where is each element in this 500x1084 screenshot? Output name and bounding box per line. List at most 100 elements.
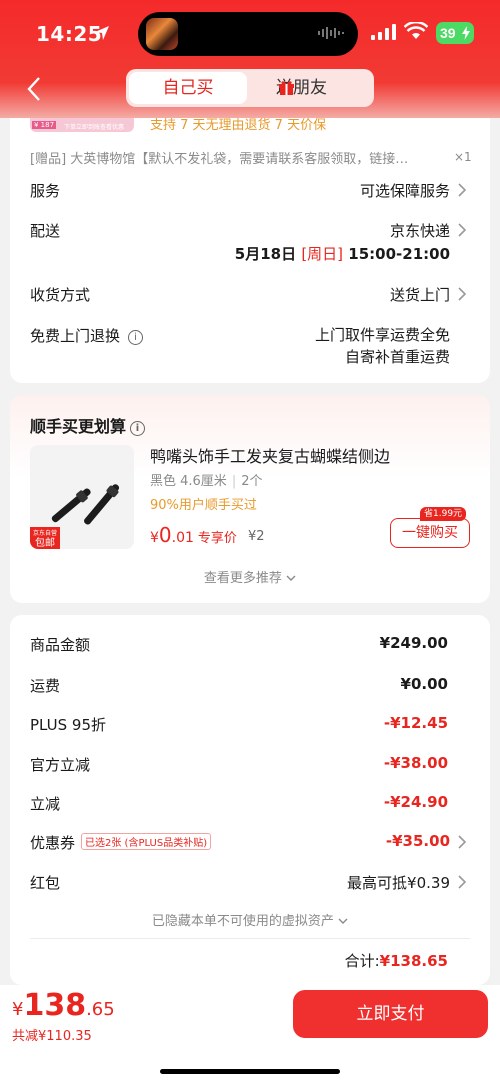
recommend-product-title[interactable]: 鸭嘴头饰手工发夹复古蝴蝶结侧边 bbox=[150, 443, 390, 467]
summary-value: ¥249.00 bbox=[379, 634, 448, 652]
recommend-product-spec: 黑色 4.6厘米 | 2个 bbox=[150, 474, 263, 489]
pay-int: 138 bbox=[23, 988, 87, 1023]
pay-now-button[interactable]: 立即支付 bbox=[293, 990, 488, 1038]
tab-self-buy[interactable]: 自己买 bbox=[129, 72, 247, 104]
delivery-label: 配送 bbox=[30, 222, 61, 240]
summary-label: PLUS 95折 bbox=[30, 714, 106, 735]
battery-indicator: 39 bbox=[436, 22, 474, 44]
dynamic-island bbox=[138, 12, 358, 56]
total-label: 合计: bbox=[344, 952, 380, 970]
pay-amount: ¥138.65 bbox=[12, 988, 115, 1023]
summary-label-text: 商品金额 bbox=[30, 636, 91, 654]
chevron-right-icon[interactable] bbox=[457, 834, 467, 850]
cellular-signal-icon bbox=[371, 24, 396, 40]
summary-value[interactable]: -¥35.00 bbox=[386, 832, 450, 850]
order-total: 合计:¥138.65 bbox=[345, 950, 448, 971]
back-arrow-icon[interactable] bbox=[26, 76, 42, 102]
battery-level: 39 bbox=[440, 25, 456, 41]
pay-decimal: .65 bbox=[86, 999, 115, 1020]
delivery-time: 15:00-21:00 bbox=[348, 245, 450, 263]
location-arrow-icon bbox=[95, 26, 109, 40]
summary-label: 商品金额 bbox=[30, 634, 90, 655]
one-click-buy-button[interactable]: 一键购买 bbox=[390, 518, 470, 548]
info-icon[interactable]: i bbox=[130, 421, 146, 436]
chevron-down-icon bbox=[286, 575, 296, 581]
summary-value: -¥24.90 bbox=[383, 793, 448, 811]
more-recommendations-link[interactable]: 查看更多推荐 bbox=[0, 567, 500, 586]
delivery-value[interactable]: 京东快递 bbox=[390, 220, 450, 241]
gift-icon bbox=[279, 81, 294, 95]
badge-top: 京东自营 bbox=[32, 530, 57, 537]
thumb-note: 下单立即到账查看优惠 bbox=[64, 124, 125, 131]
summary-label-text: PLUS 95折 bbox=[30, 716, 107, 734]
original-price: ¥2 bbox=[248, 529, 265, 544]
tab-gift-friend[interactable]: 送朋友 bbox=[250, 72, 370, 104]
summary-label: 官方立减 bbox=[30, 754, 90, 775]
bundle-section-title: 顺手买更划算 i bbox=[30, 413, 146, 437]
summary-label: 优惠券 已选2张 (含PLUS品类补贴) bbox=[30, 832, 212, 853]
spec-text: 黑色 4.6厘米 bbox=[150, 474, 227, 489]
wifi-icon bbox=[404, 22, 428, 39]
charging-bolt-icon bbox=[462, 26, 470, 40]
now-playing-thumbnail bbox=[146, 18, 178, 50]
delivery-date: 5月18日 [周日] 15:00-21:00 bbox=[235, 243, 450, 264]
free-return-text: 免费上门退换 bbox=[30, 327, 121, 345]
summary-value[interactable]: 最高可抵¥0.39 bbox=[347, 872, 450, 893]
bundle-title-text: 顺手买更划算 bbox=[30, 417, 127, 436]
gift-quantity: ×1 bbox=[454, 150, 472, 164]
recommend-price: ¥0.01 专享价 bbox=[150, 523, 237, 547]
delivery-day: 5月18日 bbox=[234, 245, 297, 263]
info-icon[interactable]: i bbox=[128, 330, 144, 345]
return-value-2: 自寄补首重运费 bbox=[344, 348, 450, 366]
status-time: 14:25 bbox=[36, 22, 103, 46]
self-operated-badge: 京东自营 包邮 bbox=[30, 527, 60, 549]
service-value[interactable]: 可选保障服务 bbox=[360, 180, 450, 201]
chevron-right-icon[interactable] bbox=[457, 182, 467, 198]
summary-label: 立减 bbox=[30, 793, 60, 814]
more-rec-text: 查看更多推荐 bbox=[203, 571, 282, 586]
chevron-right-icon[interactable] bbox=[457, 286, 467, 302]
status-bar: 14:25 39 bbox=[0, 0, 500, 66]
save-amount-tag: 省1.99元 bbox=[420, 507, 467, 521]
recommend-product-image[interactable]: 京东自营 包邮 bbox=[30, 445, 134, 549]
total-saved: 共减¥110.35 bbox=[12, 1029, 92, 1044]
summary-value: -¥38.00 bbox=[383, 754, 448, 772]
free-return-label: 免费上门退换 i bbox=[30, 325, 144, 346]
service-label: 服务 bbox=[30, 182, 61, 200]
header: 14:25 39 自己买 送朋友 bbox=[0, 0, 500, 118]
return-value-1: 上门取件享运费全免 bbox=[314, 326, 450, 344]
spec-count: 2个 bbox=[241, 474, 263, 489]
summary-label-text: 官方立减 bbox=[30, 756, 91, 774]
divider bbox=[30, 938, 470, 939]
hidden-note-text: 已隐藏本单不可使用的虚拟资产 bbox=[151, 914, 334, 929]
summary-label-text: 红包 bbox=[30, 874, 61, 892]
summary-value: -¥12.45 bbox=[383, 714, 448, 732]
chevron-right-icon[interactable] bbox=[457, 222, 467, 238]
purchase-mode-switch: 自己买 送朋友 bbox=[126, 69, 374, 107]
coupon-selected-tag: 已选2张 (含PLUS品类补贴) bbox=[81, 833, 212, 850]
home-indicator[interactable] bbox=[160, 1069, 340, 1074]
summary-label-text: 优惠券 bbox=[30, 834, 76, 852]
thumb-price-badge: ¥ 187 bbox=[32, 121, 57, 129]
summary-label-text: 立减 bbox=[30, 795, 61, 813]
summary-value: ¥0.00 bbox=[400, 675, 448, 693]
hidden-assets-toggle[interactable]: 已隐藏本单不可使用的虚拟资产 bbox=[0, 910, 500, 929]
receive-label: 收货方式 bbox=[30, 286, 91, 304]
price-tag: 专享价 bbox=[197, 531, 237, 546]
chevron-down-icon bbox=[338, 918, 348, 924]
delivery-weekday: [周日] bbox=[301, 245, 344, 263]
pay-currency: ¥ bbox=[12, 999, 24, 1020]
summary-label: 红包 bbox=[30, 872, 60, 893]
badge-free-shipping: 包邮 bbox=[35, 538, 55, 549]
audio-wave-icon bbox=[318, 27, 344, 39]
summary-label: 运费 bbox=[30, 675, 60, 696]
price-int: 0 bbox=[158, 523, 172, 547]
price-currency: ¥ bbox=[150, 530, 159, 546]
total-amount: ¥138.65 bbox=[379, 952, 448, 970]
summary-label-text: 运费 bbox=[30, 677, 61, 695]
gift-item-line[interactable]: [赠品] 大英博物馆【默认不发礼袋，需要请联系客服领取，链接… bbox=[30, 148, 450, 167]
chevron-right-icon[interactable] bbox=[457, 874, 467, 890]
recommend-popularity: 90%用户顺手买过 bbox=[150, 498, 257, 513]
price-decimal: .01 bbox=[171, 530, 194, 546]
receive-value[interactable]: 送货上门 bbox=[390, 284, 450, 305]
